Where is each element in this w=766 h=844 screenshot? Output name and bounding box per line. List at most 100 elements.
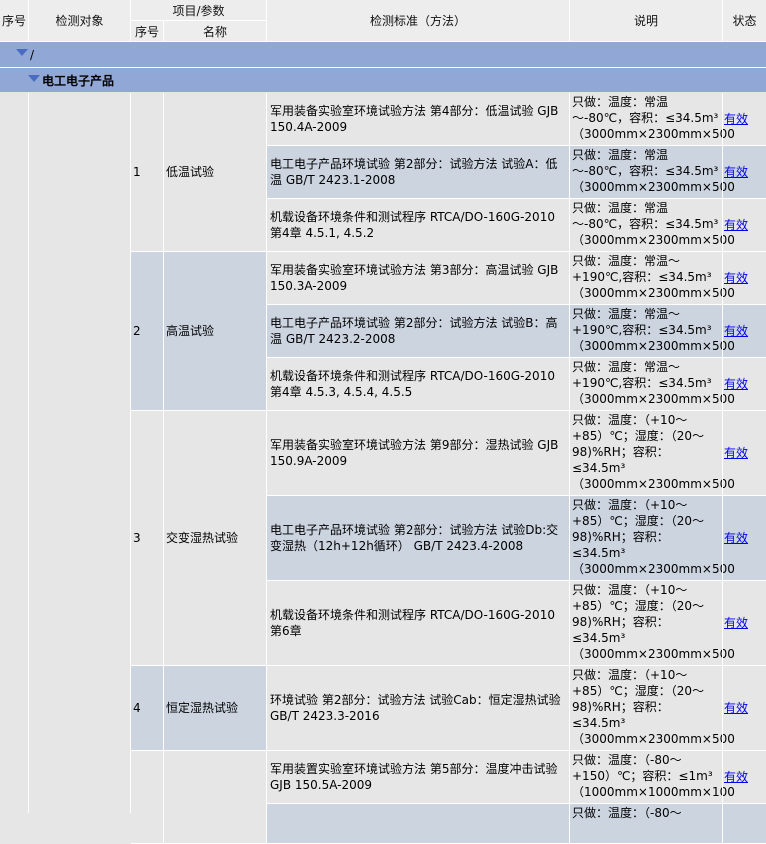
column-divider — [569, 496, 570, 581]
header-param-group: 项目/参数 — [172, 3, 225, 18]
column-divider — [163, 666, 164, 751]
column-divider — [722, 496, 723, 581]
column-divider — [163, 252, 164, 411]
group-row-root[interactable]: / — [0, 41, 766, 67]
note-line: 98)%RH；容积： — [572, 445, 669, 459]
note-line: +85）℃；湿度：（20～ — [572, 599, 705, 613]
note-line: ～-80℃，容积：≤34.5m³ — [572, 164, 719, 178]
status-link[interactable]: 有效 — [724, 700, 748, 716]
status-link[interactable]: 有效 — [724, 323, 748, 339]
standard-text: 电工电子产品环境试验 第2部分：试验方法 试验A：低温 GB/T 2423.1-… — [270, 157, 558, 187]
standard-text: 机载设备环境条件和测试程序 RTCA/DO-160G-2010 第6章 — [270, 608, 555, 638]
note-line: ≤34.5m³ — [572, 631, 626, 645]
column-divider — [569, 358, 570, 411]
note-text: 只做：温度：（-80～ — [570, 805, 722, 843]
column-divider — [722, 751, 723, 804]
status-cell: 有效 — [724, 496, 766, 580]
param-seq: 3 — [133, 531, 141, 545]
note-line: 98)%RH；容积： — [572, 615, 669, 629]
note-line: +85）℃；湿度：（20～ — [572, 514, 705, 528]
note-text: 只做：温度：（-80～ +150）℃；容积：≤1m³ （1000mm×1000mm×… — [570, 752, 735, 803]
status-link[interactable]: 有效 — [724, 769, 748, 785]
note-line: ≤34.5m³ — [572, 716, 626, 730]
note-text: 只做：温度：常温 ～-80℃，容积：≤34.5m³ （3000mm×2300mm×5… — [570, 147, 735, 198]
group-label: / — [30, 47, 35, 62]
standard-text: 军用装置实验室环境试验方法 第5部分：温度冲击试验 GJB 150.5A-200… — [270, 762, 558, 792]
standard-text: 电工电子产品环境试验 第2部分：试验方法 试验Db:交变湿热（12h+12h循环… — [270, 523, 559, 553]
param-seq: 1 — [133, 165, 141, 179]
group-row-electrical[interactable]: 电工电子产品 — [0, 67, 766, 92]
status-cell: 有效 — [724, 411, 766, 495]
column-divider — [266, 751, 267, 844]
note-line: +190℃,容积：≤34.5m³ — [572, 323, 712, 337]
status-cell: 有效 — [724, 751, 766, 803]
status-cell — [724, 804, 766, 843]
note-text: 只做：温度：（+10～ +85）℃；湿度：（20～ 98)%RH；容积： ≤34.5m… — [570, 497, 735, 580]
status-link[interactable]: 有效 — [724, 376, 748, 392]
standard-text: 电工电子产品环境试验 第2部分：试验方法 试验B：高温 GB/T 2423.2-… — [270, 316, 558, 346]
note-text: 只做：温度：常温～ +190℃,容积：≤34.5m³ （3000mm×2300mm×… — [570, 253, 735, 304]
note-line: （3000mm×2300mm×500 — [572, 562, 735, 576]
expand-triangle-icon[interactable] — [28, 74, 40, 82]
param-name: 恒定湿热试验 — [166, 701, 239, 715]
standard-text: 机载设备环境条件和测试程序 RTCA/DO-160G-2010 第4章 4.5.… — [270, 210, 555, 240]
column-divider — [569, 581, 570, 666]
standard-text: 军用装备实验室环境试验方法 第9部分：湿热试验 GJB 150.9A-2009 — [270, 438, 559, 468]
column-divider — [722, 358, 723, 411]
column-divider — [722, 252, 723, 305]
column-divider — [28, 93, 29, 813]
note-line: 只做：温度：常温～ — [572, 307, 681, 321]
status-link[interactable]: 有效 — [724, 445, 748, 461]
table-header: 序号 检测对象 项目/参数 序号 名称 检测标准（方法） 说明 状态 — [0, 0, 766, 41]
status-link[interactable]: 有效 — [724, 615, 748, 631]
column-divider — [722, 305, 723, 358]
column-divider — [266, 411, 267, 666]
status-link[interactable]: 有效 — [724, 270, 748, 286]
note-line: （3000mm×2300mm×500 — [572, 477, 735, 491]
column-divider — [569, 252, 570, 305]
status-cell: 有效 — [724, 93, 766, 145]
param-name: 高温试验 — [166, 324, 215, 338]
column-divider — [569, 411, 570, 496]
note-line: 只做：温度：（+10～ — [572, 583, 688, 597]
header-object: 检测对象 — [55, 14, 104, 28]
note-line: +85）℃；湿度：（20～ — [572, 429, 705, 443]
status-link[interactable]: 有效 — [724, 217, 748, 233]
standard-text: 军用装备实验室环境试验方法 第3部分：高温试验 GJB 150.3A-2009 — [270, 263, 559, 293]
status-cell: 有效 — [724, 358, 766, 410]
header-param-seq: 序号 — [134, 24, 159, 39]
column-divider — [569, 666, 570, 751]
column-divider — [163, 93, 164, 252]
note-line: ≤34.5m³ — [572, 546, 626, 560]
note-line: 只做：温度：常温～ — [572, 360, 681, 374]
expand-triangle-icon[interactable] — [16, 49, 28, 56]
param-name — [166, 751, 266, 843]
standard-text: 机载设备环境条件和测试程序 RTCA/DO-160G-2010 第4章 4.5.… — [270, 369, 555, 399]
column-divider — [266, 666, 267, 751]
header-note: 说明 — [633, 14, 658, 28]
column-divider — [569, 751, 570, 804]
column-divider — [266, 93, 267, 252]
column-divider — [722, 199, 723, 252]
status-cell: 有效 — [724, 581, 766, 665]
header-seq: 序号 — [1, 14, 26, 28]
param-name: 低温试验 — [166, 165, 215, 179]
column-divider — [130, 93, 131, 813]
column-divider — [163, 411, 164, 666]
note-line: （3000mm×2300mm×500 — [572, 732, 735, 746]
column-divider — [163, 751, 164, 844]
note-line: （3000mm×2300mm×500 — [572, 127, 735, 141]
note-line: +85）℃；湿度：（20～ — [572, 684, 705, 698]
note-line: 只做：温度：（+10～ — [572, 498, 688, 512]
note-line: +190℃,容积：≤34.5m³ — [572, 376, 712, 390]
status-link[interactable]: 有效 — [724, 111, 748, 127]
status-link[interactable]: 有效 — [724, 530, 748, 546]
note-text: 只做：温度：常温～ +190℃,容积：≤34.5m³ （3000mm×2300mm×… — [570, 359, 735, 410]
note-line: （3000mm×2300mm×500 — [572, 647, 735, 661]
param-seq: 4 — [133, 701, 141, 715]
status-cell: 有效 — [724, 305, 766, 357]
note-text: 只做：温度：常温～ +190℃,容积：≤34.5m³ （3000mm×2300mm×… — [570, 306, 735, 357]
header-param-name: 名称 — [202, 24, 227, 39]
status-link[interactable]: 有效 — [724, 164, 748, 180]
note-line: 只做：温度：（-80～ — [572, 753, 682, 767]
